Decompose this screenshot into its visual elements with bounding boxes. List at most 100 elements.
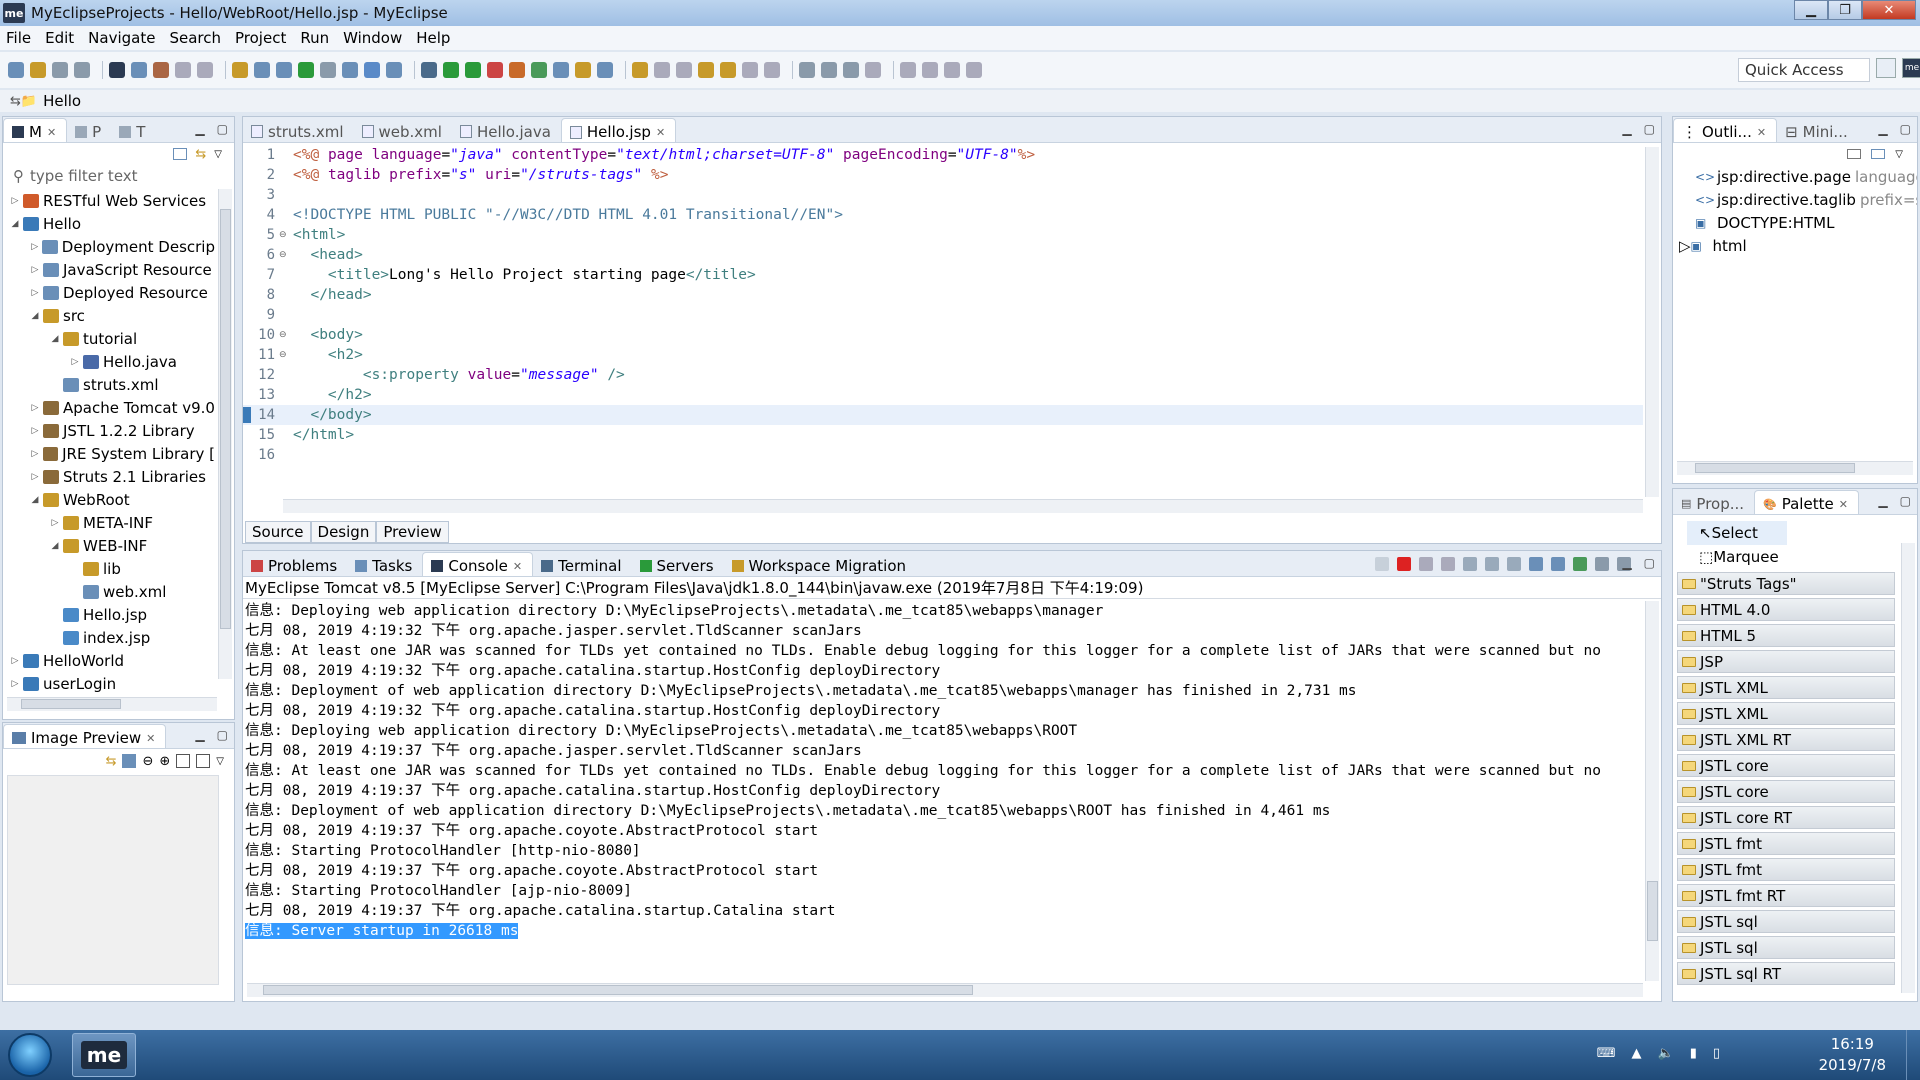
palette-drawer[interactable]: JSTL fmt [1677,832,1895,855]
expand-arrow-icon[interactable]: ▷ [29,403,41,413]
expand-arrow-icon[interactable]: ◢ [9,219,21,229]
menu-search[interactable]: Search [169,29,221,47]
toolbar-button[interactable] [843,62,859,78]
remove-launch-icon[interactable] [1419,557,1433,571]
tab-hello-java[interactable]: Hello.java [452,118,561,142]
close-tab-icon[interactable]: ✕ [47,126,56,139]
fold-marker-icon[interactable]: ⊖ [279,250,291,260]
tree-item[interactable]: ◢ tutorial [3,327,215,350]
tab-console[interactable]: Console ✕ [422,552,534,576]
toolbar-button[interactable] [254,62,270,78]
breadcrumb-item[interactable]: Hello [43,92,81,110]
tab-web-xml[interactable]: web.xml [354,118,452,142]
explorer-vscrollbar[interactable] [218,189,232,679]
tree-item[interactable]: struts.xml [3,373,215,396]
toolbar-button[interactable] [109,62,125,78]
outline-item[interactable]: <> jsp:directive.taglib prefix=s [1673,188,1917,211]
tree-item[interactable]: ◢ WEB-INF [3,534,215,557]
tab-mode-preview[interactable]: Preview [376,521,449,543]
myeclipse-perspective-icon[interactable]: me [1902,58,1920,78]
tree-item[interactable]: ▷ RESTful Web Services [3,189,215,212]
console-output[interactable]: 信息: Deploying web application directory … [243,601,1643,941]
toolbar-button[interactable] [531,62,547,78]
tree-item[interactable]: ◢ WebRoot [3,488,215,511]
tree-item[interactable]: ◢ src [3,304,215,327]
minimize-icon[interactable]: ▁ [1878,122,1887,136]
tab-servers[interactable]: Servers [632,552,724,576]
expand-arrow-icon[interactable]: ◢ [49,334,61,344]
filter-field[interactable]: ⚲ type filter text [3,165,234,187]
expand-arrow-icon[interactable]: ▷ [29,288,41,298]
menu-run[interactable]: Run [300,29,329,47]
tree-item[interactable]: ▷ JSTL 1.2.2 Library [3,419,215,442]
tree-item[interactable]: web.xml [3,580,215,603]
toolbar-button[interactable] [575,62,591,78]
palette-tool-select[interactable]: ↖ Select [1687,521,1787,545]
toolbar-button[interactable] [742,62,758,78]
palette-drawer[interactable]: JSTL sql RT [1677,962,1895,985]
toolbar-button[interactable] [298,62,314,78]
palette-drawer[interactable]: JSTL XML [1677,702,1895,725]
tree-item[interactable]: ▷ META-INF [3,511,215,534]
minimize-icon[interactable]: ▁ [195,728,204,742]
palette-vscrollbar[interactable] [1901,543,1915,993]
toolbar-button[interactable] [364,62,380,78]
toolbar-button[interactable] [386,62,402,78]
close-tab-icon[interactable]: ✕ [146,732,155,745]
menu-edit[interactable]: Edit [45,29,74,47]
open-perspective-icon[interactable] [1876,58,1896,78]
close-tab-icon[interactable]: ✕ [1839,498,1848,511]
palette-drawer[interactable]: HTML 4.0 [1677,598,1895,621]
console-vscrollbar[interactable] [1645,601,1659,981]
tree-item[interactable]: Hello.jsp [3,603,215,626]
tab-tasks[interactable]: Tasks [347,552,422,576]
palette-drawer[interactable]: JSTL fmt RT [1677,884,1895,907]
expand-arrow-icon[interactable]: ▷ [1679,237,1691,255]
collapse-all-icon[interactable] [173,148,188,160]
expand-arrow-icon[interactable]: ▷ [9,679,21,689]
show-stdout-icon[interactable] [1529,557,1543,571]
toolbar-button[interactable] [153,62,169,78]
tab-properties[interactable]: ▤ Prop... [1673,490,1754,514]
tab-hello-jsp[interactable]: Hello.jsp ✕ [560,118,677,142]
expand-arrow-icon[interactable]: ▷ [9,196,21,206]
tree-item[interactable]: index.jsp [3,626,215,649]
toolbar-button[interactable] [465,62,481,78]
console-hscrollbar[interactable] [247,983,1643,997]
expand-arrow-icon[interactable]: ▷ [69,357,81,367]
fold-marker-icon[interactable]: ⊖ [279,330,291,340]
maximize-icon[interactable]: ▢ [1644,122,1655,136]
palette-drawer[interactable]: JSTL XML RT [1677,728,1895,751]
toolbar-button[interactable] [676,62,692,78]
minimize-icon[interactable]: ▁ [195,122,204,136]
toolbar-button[interactable] [900,62,916,78]
expand-arrow-icon[interactable]: ◢ [29,311,41,321]
view-menu-icon[interactable]: ▽ [214,149,222,160]
palette-drawer[interactable]: JSTL fmt [1677,858,1895,881]
toolbar-button[interactable] [865,62,881,78]
toolbar-button[interactable] [52,62,68,78]
maximize-icon[interactable]: ▢ [1644,556,1655,570]
toolbar-button[interactable] [232,62,248,78]
toolbar-button[interactable] [175,62,191,78]
expand-arrow-icon[interactable]: ◢ [49,541,61,551]
maximize-icon[interactable]: ▢ [217,728,228,742]
palette-tool-marquee[interactable]: ⬚ Marquee [1687,545,1917,569]
tree-item[interactable]: ▷ Deployed Resource [3,281,215,304]
palette-drawer[interactable]: "Struts Tags" [1677,572,1895,595]
palette-drawer[interactable]: JSTL core [1677,754,1895,777]
tab-palette[interactable]: 🎨 Palette ✕ [1754,490,1859,514]
sync-icon[interactable]: ⇆ [106,754,117,769]
sort-icon[interactable] [1847,149,1862,159]
open-console-icon[interactable] [1573,557,1587,571]
close-button[interactable]: ✕ [1862,0,1916,20]
tab-explorer-p[interactable]: P [67,118,111,142]
maximize-icon[interactable]: ▢ [217,122,228,136]
toolbar-button[interactable] [342,62,358,78]
menu-project[interactable]: Project [235,29,286,47]
palette-drawer[interactable]: JSTL sql [1677,910,1895,933]
toolbar-button[interactable] [276,62,292,78]
minimize-icon[interactable]: ▁ [1622,122,1631,136]
toolbar-button[interactable] [509,62,525,78]
toolbar-button[interactable] [74,62,90,78]
